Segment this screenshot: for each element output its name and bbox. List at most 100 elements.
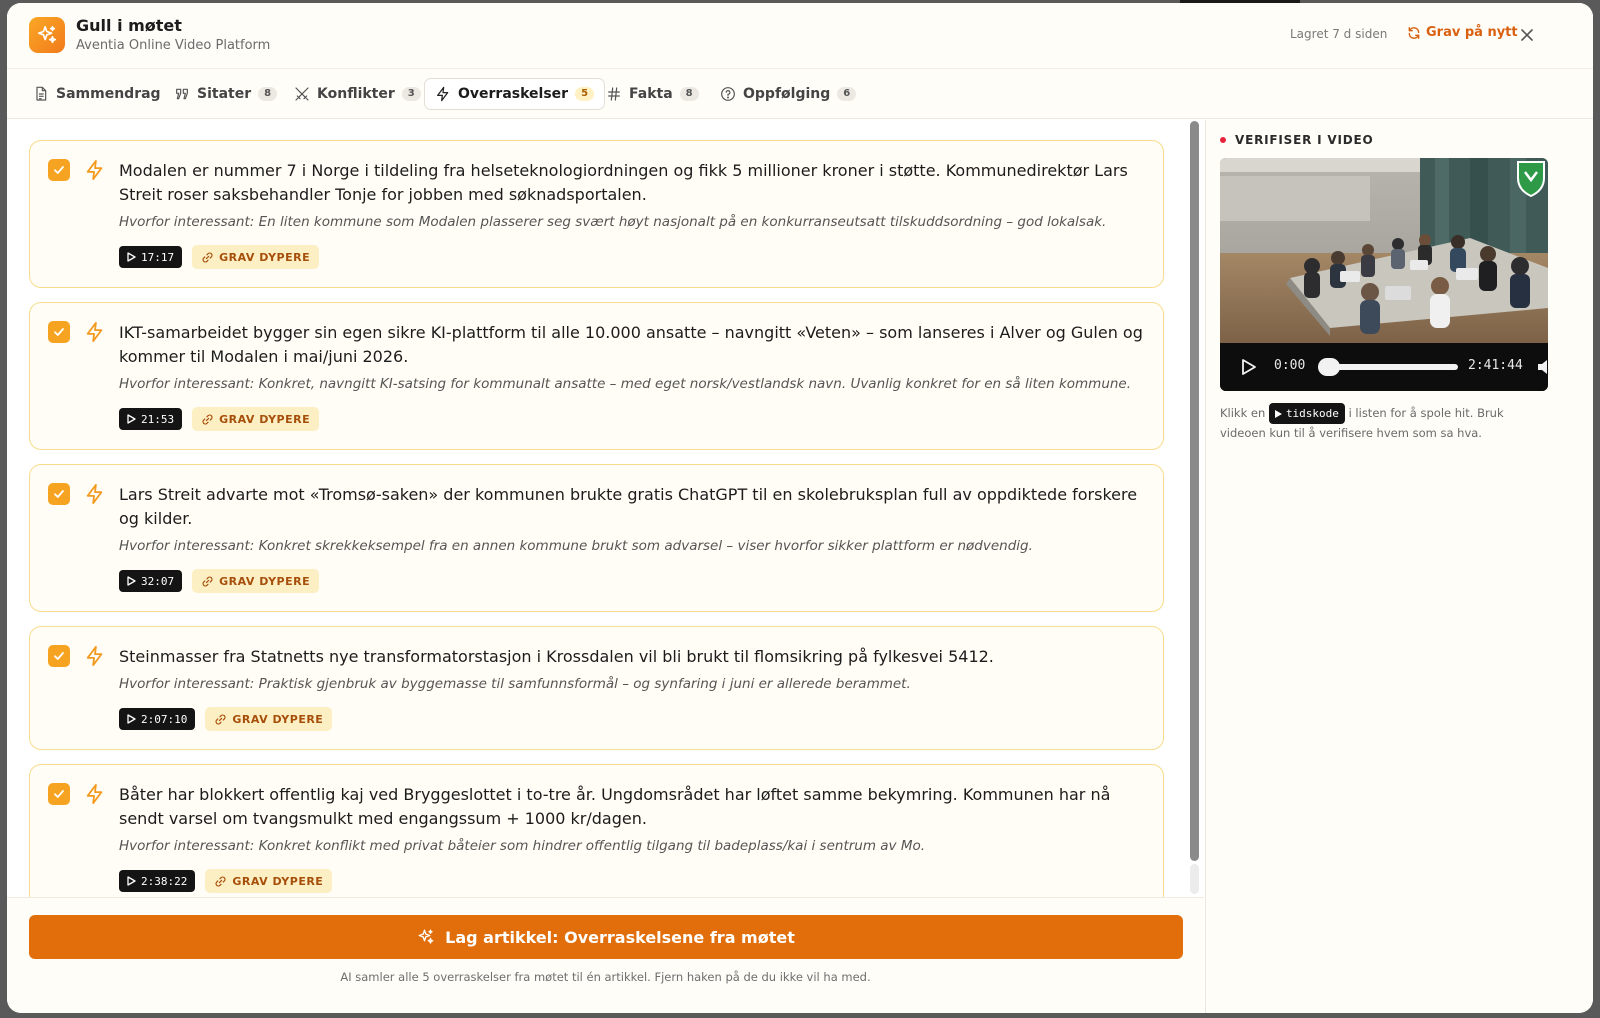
check-icon [54,790,64,798]
lightning-icon [86,483,103,505]
why-interesting: Hvorfor interessant: Konkret, navngitt K… [119,376,1132,392]
video-player[interactable]: 0:00 2:41:44 [1220,158,1548,391]
surprise-card: Modalen er nummer 7 i Norge i tildeling … [29,140,1164,288]
timecode-example: tidskode [1268,403,1345,424]
surprise-text: Lars Streit advarte mot «Tromsø-saken» d… [119,485,1138,528]
verify-panel: VERIFISER I VIDEO 0:00 2:41:44 Klikk en … [1205,120,1593,1013]
dig-deeper-button[interactable]: GRAV DYPERE [205,707,333,731]
verify-heading: VERIFISER I VIDEO [1220,133,1373,147]
timecode-button[interactable]: 21:53 [119,408,183,430]
dig-deeper-button[interactable]: GRAV DYPERE [192,569,320,593]
tab-sitater[interactable]: Sitater 8 [164,78,287,110]
include-checkbox[interactable] [48,783,70,805]
include-checkbox[interactable] [48,483,70,505]
link-icon [202,576,213,586]
check-icon [54,328,64,336]
app-subtitle: Aventia Online Video Platform [76,38,271,53]
include-checkbox[interactable] [48,159,70,181]
timecode-button[interactable]: 32:07 [119,570,183,592]
play-icon[interactable] [1238,357,1258,377]
check-icon [54,166,64,174]
include-checkbox[interactable] [48,645,70,667]
why-interesting: Hvorfor interessant: Konkret konflikt me… [119,838,926,854]
surprise-text: Båter har blokkert offentlig kaj ved Bry… [119,785,1111,828]
lightning-icon [86,783,103,805]
surprise-list: Modalen er nummer 7 i Norge i tildeling … [7,120,1204,897]
lightning-icon [86,321,103,343]
verify-hint: Klikk en tidskode i listen for å spole h… [1220,403,1550,443]
surprise-card: Steinmasser fra Statnetts nye transforma… [29,626,1164,750]
modal-header: Gull i møtet Aventia Online Video Platfo… [7,3,1593,69]
tab-sammendrag[interactable]: Sammendrag [23,78,171,110]
seek-knob[interactable] [1318,358,1340,376]
create-article-button[interactable]: Lag artikkel: Overraskelsene fra møtet [29,915,1183,959]
regrave-label: Grav på nytt [1426,25,1518,40]
duration: 2:41:44 [1468,358,1523,373]
surprise-text: Steinmasser fra Statnetts nye transforma… [119,647,994,666]
why-interesting: Hvorfor interessant: En liten kommune so… [119,214,1107,230]
tab-badge: 8 [679,87,699,101]
dig-deeper-button[interactable]: GRAV DYPERE [192,245,320,269]
lightning-icon [86,645,103,667]
footer: Lag artikkel: Overraskelsene fra møtet A… [7,897,1204,1013]
scrollbar-track-lower [1190,864,1199,894]
tab-badge: 8 [258,87,278,101]
link-icon [215,876,226,886]
lightning-icon [437,86,449,102]
why-interesting: Hvorfor interessant: Konkret skrekkeksem… [119,538,1033,554]
surprise-card: IKT-samarbeidet bygger sin egen sikre KI… [29,302,1164,450]
surprise-card: Lars Streit advarte mot «Tromsø-saken» d… [29,464,1164,612]
tab-overraskelser[interactable]: Overraskelser 5 [424,78,606,110]
dig-deeper-button[interactable]: GRAV DYPERE [192,407,320,431]
play-icon [127,252,136,262]
seek-slider[interactable] [1318,358,1458,376]
play-icon [127,714,136,724]
tab-bar: Sammendrag Sitater 8 Konflikter 3 Overra… [7,69,1593,119]
link-icon [202,414,213,424]
surprise-card: Båter har blokkert offentlig kaj ved Bry… [29,764,1164,897]
play-icon [1274,409,1282,418]
volume-icon[interactable] [1538,359,1548,375]
list-scrollbar[interactable] [1188,119,1200,895]
document-icon [36,86,47,101]
check-icon [54,652,64,660]
question-circle-icon [721,87,735,101]
close-button[interactable] [1517,25,1537,45]
link-icon [202,252,213,262]
scrollbar-thumb[interactable] [1190,121,1199,861]
sparkles-icon [418,929,434,944]
link-icon [215,714,226,724]
timecode-button[interactable]: 2:38:22 [119,870,196,892]
play-icon [127,876,136,886]
play-icon [127,576,136,586]
play-icon [127,414,136,424]
close-icon [1521,29,1533,41]
create-article-label: Lag artikkel: Overraskelsene fra møtet [445,927,795,947]
refresh-icon [1408,26,1420,39]
tab-fakta[interactable]: Fakta 8 [596,78,709,110]
include-checkbox[interactable] [48,321,70,343]
crossed-swords-icon [295,87,309,101]
tab-badge: 5 [575,87,595,101]
timecode-button[interactable]: 2:07:10 [119,708,196,730]
tab-badge: 6 [837,87,857,101]
timecode-button[interactable]: 17:17 [119,246,183,268]
gold-modal: Gull i møtet Aventia Online Video Platfo… [7,3,1593,1013]
lightning-icon [86,159,103,181]
app-title: Gull i møtet [76,16,182,35]
hash-icon [608,87,620,101]
tab-konflikter[interactable]: Konflikter 3 [284,78,431,110]
video-frame [1220,158,1548,343]
footer-note: AI samler alle 5 overraskelser fra møtet… [340,970,871,984]
regrave-button[interactable]: Grav på nytt [1407,25,1518,40]
quote-icon [176,88,188,100]
why-interesting: Hvorfor interessant: Praktisk gjenbruk a… [119,676,911,692]
current-time: 0:00 [1274,358,1306,373]
tab-oppfolging[interactable]: Oppfølging 6 [710,78,866,110]
sparkles-logo-icon [29,17,65,53]
video-controls: 0:00 2:41:44 [1220,343,1548,391]
live-dot-icon [1220,137,1226,143]
dig-deeper-button[interactable]: GRAV DYPERE [205,869,333,893]
surprise-text: Modalen er nummer 7 i Norge i tildeling … [119,161,1128,204]
saved-status: Lagret 7 d siden [1290,27,1388,41]
